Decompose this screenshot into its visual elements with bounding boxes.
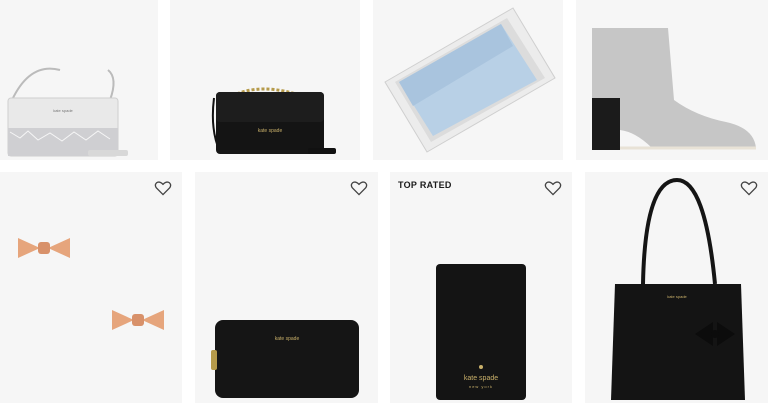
product-tile-zip-wallet[interactable]: kate spade (195, 172, 378, 403)
product-image: kate spade new york (436, 264, 526, 400)
product-tile-bow-earrings[interactable] (0, 172, 182, 403)
brand-logo-sub: new york (469, 384, 493, 389)
product-image (18, 238, 164, 330)
brand-logo: kate spade (275, 336, 300, 342)
product-tile-bow-tote[interactable]: kate spade (585, 172, 768, 403)
product-image: kate spade (211, 320, 359, 398)
product-image: kate spade (7, 67, 128, 157)
product-image (592, 28, 756, 150)
product-tile-passport-holder[interactable]: TOP RATED kate spade new york (390, 172, 572, 403)
product-image (384, 7, 556, 153)
brand-logo: kate spade (258, 128, 283, 134)
brand-logo: kate spade (464, 375, 498, 382)
product-image: kate spade (611, 177, 745, 400)
product-tile-crossbody-glitter[interactable]: kate spade (0, 0, 158, 160)
product-image: kate spade (211, 87, 336, 154)
product-tile-glitter-wallet-box[interactable] (373, 0, 563, 160)
product-tile-chain-crossbody[interactable]: kate spade (170, 0, 360, 160)
brand-logo: kate spade (667, 294, 687, 299)
brand-logo: kate spade (53, 108, 73, 113)
product-tile-ankle-boot[interactable] (576, 0, 768, 160)
